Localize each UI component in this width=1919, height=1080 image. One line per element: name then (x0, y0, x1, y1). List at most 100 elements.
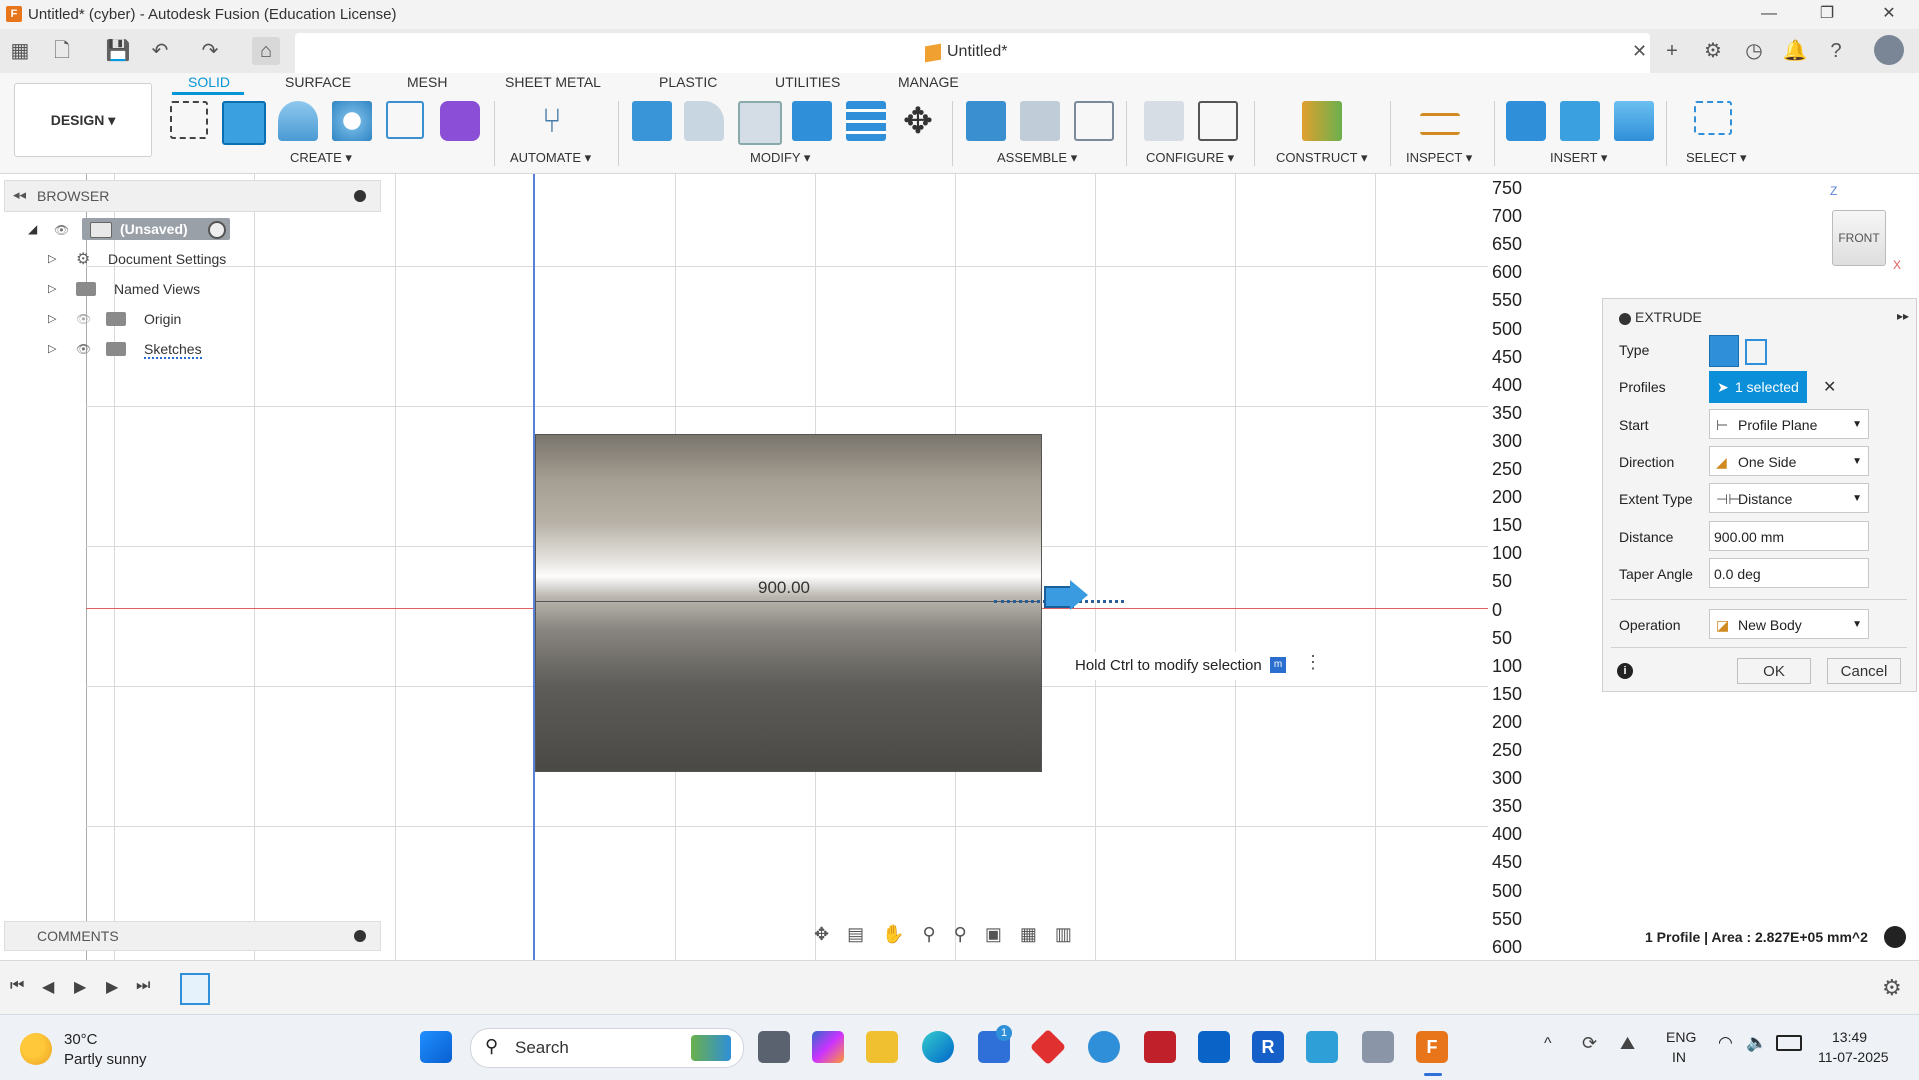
type-solid-icon[interactable] (1709, 335, 1739, 367)
start-menu-icon[interactable] (420, 1031, 452, 1063)
clock-time[interactable]: 13:49 (1832, 1029, 1867, 1045)
play-icon[interactable]: ▶ (74, 977, 86, 997)
extent-type-dropdown[interactable]: ⊣⊢ Distance ▼ (1709, 483, 1869, 513)
extrude-icon[interactable] (222, 101, 266, 145)
minimize-button[interactable]: — (1746, 0, 1792, 29)
taper-angle-input[interactable]: 0.0 deg (1709, 558, 1869, 588)
wifi-icon[interactable]: ◠ (1718, 1033, 1733, 1053)
language-indicator[interactable]: ENG (1666, 1029, 1696, 1045)
visibility-eye-icon[interactable]: 👁 (54, 223, 69, 237)
modify-group-label[interactable]: MODIFY ▾ (750, 150, 810, 166)
revolve-icon[interactable] (278, 101, 318, 141)
new-tab-icon[interactable]: + (1658, 37, 1686, 65)
units-icon[interactable]: m (1270, 657, 1286, 673)
go-to-start-icon[interactable]: ⏮ (10, 977, 24, 995)
joint-icon[interactable] (1020, 101, 1060, 141)
browser-item-named-views[interactable]: Named Views (114, 281, 200, 297)
distance-input[interactable]: 900.00 mm (1709, 521, 1869, 551)
tab-utilities[interactable]: UTILITIES (775, 74, 840, 90)
construct-group-label[interactable]: CONSTRUCT ▾ (1276, 150, 1368, 166)
insert-mcmaster-icon[interactable] (1560, 101, 1600, 141)
tab-sheet-metal[interactable]: SHEET METAL (505, 74, 601, 90)
measure-icon[interactable] (1420, 113, 1460, 135)
info-icon[interactable]: i (1617, 663, 1633, 679)
tab-plastic[interactable]: PLASTIC (659, 74, 717, 90)
offset-plane-icon[interactable] (1302, 101, 1342, 141)
notepad-icon[interactable] (1306, 1031, 1338, 1063)
start-dropdown[interactable]: ⊢ Profile Plane ▼ (1709, 409, 1869, 439)
file-explorer-icon[interactable] (866, 1031, 898, 1063)
browser-panel[interactable]: ◂◂ BROWSER (4, 180, 381, 212)
tab-solid[interactable]: SOLID (188, 74, 230, 90)
help-app-icon[interactable] (1088, 1031, 1120, 1063)
snipping-tool-icon[interactable] (1362, 1031, 1394, 1063)
navigation-bar[interactable]: ✥▤✋⚲⚲▣▦▥ (814, 924, 1104, 952)
redo-icon[interactable]: ↷ (196, 37, 224, 65)
visibility-eye-icon[interactable]: 👁 (76, 342, 91, 356)
direction-dropdown[interactable]: ◢ One Side ▼ (1709, 446, 1869, 476)
shell-icon[interactable] (738, 101, 782, 145)
select-icon[interactable] (1694, 101, 1732, 135)
browser-item-document-settings[interactable]: Document Settings (108, 251, 226, 267)
expand-origin-icon[interactable]: ▷ (48, 312, 56, 325)
file-menu-icon[interactable]: 🗋 (48, 37, 76, 65)
add-comment-icon[interactable] (354, 930, 366, 942)
insert-canvas-icon[interactable] (1614, 101, 1654, 141)
close-tab-icon[interactable]: ✕ (1632, 41, 1647, 62)
fusion-taskbar-icon[interactable]: F (1416, 1031, 1448, 1063)
git-app-icon[interactable] (1029, 1028, 1067, 1066)
revit-icon[interactable]: R (1252, 1031, 1284, 1063)
offset-face-icon[interactable] (846, 101, 886, 141)
sync-icon[interactable]: ⟳ (1582, 1033, 1597, 1054)
dimension-label[interactable]: 900.00 (758, 578, 810, 598)
collapse-browser-icon[interactable]: ◂◂ (13, 187, 26, 203)
configure-icon[interactable] (1144, 101, 1184, 141)
press-pull-icon[interactable] (632, 101, 672, 141)
edge-browser-icon[interactable] (922, 1031, 954, 1063)
pattern-icon[interactable] (386, 101, 424, 139)
create-sketch-icon[interactable] (170, 101, 208, 139)
restore-button[interactable]: ❐ (1804, 0, 1850, 29)
expand-document-settings-icon[interactable]: ▷ (48, 252, 56, 265)
tab-surface[interactable]: SURFACE (285, 74, 351, 90)
status-pen-icon[interactable] (1884, 926, 1906, 948)
expand-root-icon[interactable]: ◢ (28, 222, 37, 236)
browser-item-sketches[interactable]: Sketches (144, 341, 202, 359)
expand-dialog-icon[interactable]: ▸▸ (1897, 309, 1909, 323)
extrude-arrow-head-icon[interactable] (1070, 580, 1088, 610)
move-icon[interactable]: ✥ (898, 101, 938, 141)
combine-icon[interactable] (792, 101, 832, 141)
app-grid-icon[interactable]: ▦ (6, 37, 34, 65)
go-to-end-icon[interactable]: ⏭ (136, 977, 150, 995)
automate-group-label[interactable]: AUTOMATE ▾ (510, 150, 591, 166)
task-view-icon[interactable] (758, 1031, 790, 1063)
configure-group-label[interactable]: CONFIGURE ▾ (1146, 150, 1234, 166)
assemble-group-label[interactable]: ASSEMBLE ▾ (997, 150, 1077, 166)
battery-icon[interactable] (1776, 1035, 1802, 1051)
hole-icon[interactable] (332, 101, 372, 141)
volume-icon[interactable]: 🔈 (1746, 1033, 1767, 1053)
expand-sketches-icon[interactable]: ▷ (48, 342, 56, 355)
step-forward-icon[interactable]: ▶ (106, 977, 118, 997)
step-back-icon[interactable]: ◀ (42, 977, 54, 997)
outlook-icon[interactable] (1198, 1031, 1230, 1063)
insert-derive-icon[interactable] (1506, 101, 1546, 141)
browser-options-icon[interactable] (354, 190, 366, 202)
undo-icon[interactable]: ↶ (146, 37, 174, 65)
select-group-label[interactable]: SELECT ▾ (1686, 150, 1746, 166)
notifications-icon[interactable]: 🔔 (1781, 37, 1809, 65)
avatar[interactable] (1874, 35, 1904, 65)
extrude-dialog[interactable]: EXTRUDE ▸▸ Type Profiles ➤ 1 selected ✕ … (1602, 298, 1917, 692)
save-icon[interactable]: 💾 (104, 37, 132, 65)
cancel-button[interactable]: Cancel (1827, 658, 1901, 684)
create-group-label[interactable]: CREATE ▾ (290, 150, 352, 166)
help-icon[interactable]: ? (1822, 37, 1850, 65)
insert-group-label[interactable]: INSERT ▾ (1550, 150, 1607, 166)
extensions-icon[interactable]: ⚙ (1699, 37, 1727, 65)
timeline-sketch-feature-icon[interactable] (180, 973, 210, 1005)
workspace-switcher[interactable]: DESIGN ▾ (14, 83, 152, 157)
document-tab[interactable]: Untitled* ✕ (295, 33, 1650, 73)
clear-selection-icon[interactable]: ✕ (1823, 377, 1836, 397)
type-thin-icon[interactable] (1745, 339, 1767, 365)
viewcube[interactable]: FRONT (1832, 210, 1886, 266)
